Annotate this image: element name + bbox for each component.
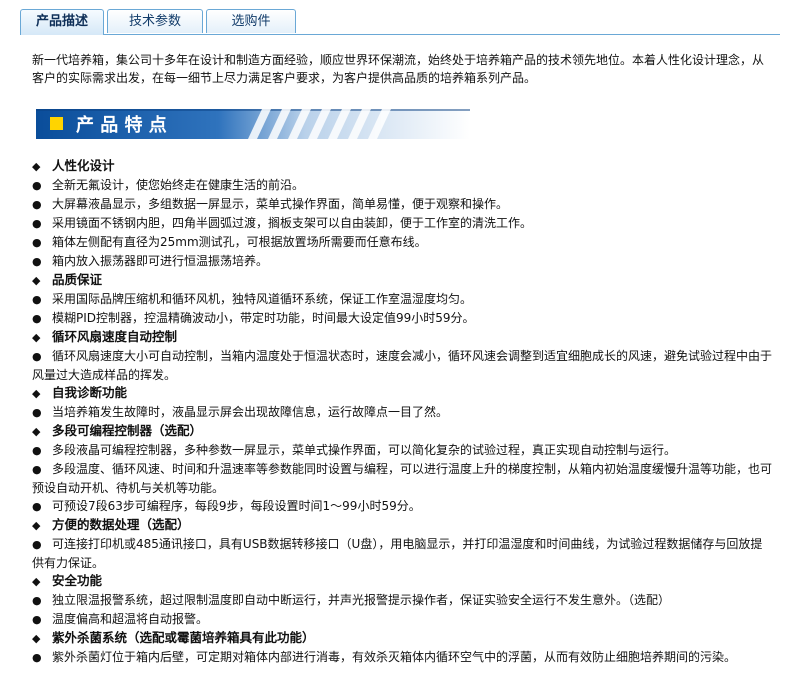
feature-item-text: 多段液晶可编程控制器，多种参数一屏显示，菜单式操作界面，可以简化复杂的试验过程，… — [52, 443, 677, 457]
circle-bullet-icon: ● — [32, 613, 42, 626]
circle-bullet-icon: ● — [32, 350, 42, 363]
feature-item: ● 大屏幕液晶显示，多组数据一屏显示，菜单式操作界面，简单易懂，便于观察和操作。 — [32, 195, 772, 214]
feature-item-text: 模糊PID控制器，控温精确波动小，带定时功能，时间最大设定值99小时59分。 — [52, 311, 475, 325]
feature-heading-text: 安全功能 — [52, 573, 103, 588]
circle-bullet-icon: ● — [32, 293, 42, 306]
feature-item: ● 可预设7段63步可编程序，每段9步，每段设置时间1～99小时59分。 — [32, 497, 772, 516]
circle-bullet-icon: ● — [32, 255, 42, 268]
feature-item: ● 采用镜面不锈钢内胆，四角半圆弧过渡，搁板支架可以自由装卸，便于工作室的清洗工作… — [32, 214, 772, 233]
diamond-bullet-icon: ◆ — [32, 274, 41, 287]
feature-item: ● 紫外杀菌灯位于箱内后壁，可定期对箱体内部进行消毒，有效杀灭箱体内循环空气中的浮… — [32, 648, 772, 667]
tab-product-description[interactable]: 产品描述 — [20, 9, 104, 35]
feature-heading: ◆ 循环风扇速度自动控制 — [32, 328, 772, 347]
circle-bullet-icon: ● — [32, 500, 42, 513]
feature-item: ● 全新无氟设计，使您始终走在健康生活的前沿。 — [32, 176, 772, 195]
circle-bullet-icon: ● — [32, 406, 42, 419]
features-banner: 产 品 特 点 — [36, 109, 470, 139]
diamond-bullet-icon: ◆ — [32, 519, 41, 532]
feature-item-text: 温度偏高和超温将自动报警。 — [52, 612, 209, 626]
feature-heading: ◆ 紫外杀菌系统（选配或霉菌培养箱具有此功能） — [32, 629, 772, 648]
feature-heading-text: 品质保证 — [52, 272, 103, 287]
feature-item-text: 循环风扇速度大小可自动控制，当箱内温度处于恒温状态时，速度会减小，循环风速会调整… — [32, 349, 773, 382]
diamond-bullet-icon: ◆ — [32, 632, 41, 645]
feature-item-text: 可预设7段63步可编程序，每段9步，每段设置时间1～99小时59分。 — [52, 499, 421, 513]
intro-paragraph: 新一代培养箱，集公司十多年在设计和制造方面经验，顺应世界环保潮流，始终处于培养箱… — [32, 53, 765, 85]
feature-item-text: 采用国际品牌压缩机和循环风机，独特风道循环系统，保证工作室温湿度均匀。 — [52, 292, 473, 306]
feature-item-text: 箱体左侧配有直径为25mm测试孔，可根据放置场所需要而任意布线。 — [52, 235, 427, 249]
feature-item-text: 大屏幕液晶显示，多组数据一屏显示，菜单式操作界面，简单易懂，便于观察和操作。 — [52, 197, 509, 211]
features-list: ◆ 人性化设计 ● 全新无氟设计，使您始终走在健康生活的前沿。 ● 大屏幕液晶显示，多组数… — [32, 157, 772, 667]
circle-bullet-icon: ● — [32, 463, 42, 476]
feature-item-text: 多段温度、循环风速、时间和升温速率等参数能同时设置与编程，可以进行温度上升的梯度… — [32, 462, 773, 495]
circle-bullet-icon: ● — [32, 198, 42, 211]
feature-item: ● 箱内放入振荡器即可进行恒温振荡培养。 — [32, 252, 772, 271]
feature-item: ● 可连接打印机或485通讯接口，具有USB数据转移接口（U盘），用电脑显示，并打… — [32, 535, 772, 572]
feature-heading-text: 人性化设计 — [52, 158, 115, 173]
feature-heading: ◆ 人性化设计 — [32, 157, 772, 176]
circle-bullet-icon: ● — [32, 594, 42, 607]
banner-square-icon — [50, 117, 63, 130]
tab-technical-parameters[interactable]: 技术参数 — [107, 9, 203, 33]
banner-title: 产 品 特 点 — [76, 114, 167, 136]
feature-heading-text: 方便的数据处理（选配） — [52, 517, 190, 532]
circle-bullet-icon: ● — [32, 312, 42, 325]
feature-heading: ◆ 多段可编程控制器（选配） — [32, 422, 772, 441]
feature-item: ● 温度偏高和超温将自动报警。 — [32, 610, 772, 629]
circle-bullet-icon: ● — [32, 179, 42, 192]
diamond-bullet-icon: ◆ — [32, 331, 41, 344]
feature-item: ● 独立限温报警系统，超过限制温度即自动中断运行，并声光报警提示操作者，保证实验安… — [32, 591, 772, 610]
feature-item-text: 紫外杀菌灯位于箱内后壁，可定期对箱体内部进行消毒，有效杀灭箱体内循环空气中的浮菌… — [52, 650, 737, 664]
tab-optional-parts[interactable]: 选购件 — [206, 9, 296, 33]
feature-heading-text: 多段可编程控制器（选配） — [52, 423, 203, 438]
circle-bullet-icon: ● — [32, 217, 42, 230]
feature-heading-text: 自我诊断功能 — [52, 385, 128, 400]
diamond-bullet-icon: ◆ — [32, 575, 41, 588]
feature-heading: ◆ 安全功能 — [32, 572, 772, 591]
circle-bullet-icon: ● — [32, 651, 42, 664]
circle-bullet-icon: ● — [32, 236, 42, 249]
feature-item: ● 多段温度、循环风速、时间和升温速率等参数能同时设置与编程，可以进行温度上升的梯… — [32, 460, 772, 497]
feature-item: ● 当培养箱发生故障时，液晶显示屏会出现故障信息，运行故障点一目了然。 — [32, 403, 772, 422]
feature-item-text: 箱内放入振荡器即可进行恒温振荡培养。 — [52, 254, 269, 268]
feature-item-text: 当培养箱发生故障时，液晶显示屏会出现故障信息，运行故障点一目了然。 — [52, 405, 449, 419]
circle-bullet-icon: ● — [32, 538, 42, 551]
feature-heading: ◆ 品质保证 — [32, 271, 772, 290]
feature-item: ● 多段液晶可编程控制器，多种参数一屏显示，菜单式操作界面，可以简化复杂的试验过程… — [32, 441, 772, 460]
tab-underline — [20, 34, 780, 35]
feature-heading-text: 紫外杀菌系统（选配或霉菌培养箱具有此功能） — [52, 630, 315, 645]
diamond-bullet-icon: ◆ — [32, 425, 41, 438]
diamond-bullet-icon: ◆ — [32, 160, 41, 173]
feature-heading: ◆ 自我诊断功能 — [32, 384, 772, 403]
feature-item-text: 采用镜面不锈钢内胆，四角半圆弧过渡，搁板支架可以自由装卸，便于工作室的清洗工作。 — [52, 216, 533, 230]
diamond-bullet-icon: ◆ — [32, 387, 41, 400]
feature-item-text: 全新无氟设计，使您始终走在健康生活的前沿。 — [52, 178, 305, 192]
feature-item: ● 箱体左侧配有直径为25mm测试孔，可根据放置场所需要而任意布线。 — [32, 233, 772, 252]
feature-item: ● 采用国际品牌压缩机和循环风机，独特风道循环系统，保证工作室温湿度均匀。 — [32, 290, 772, 309]
feature-item: ● 模糊PID控制器，控温精确波动小，带定时功能，时间最大设定值99小时59分。 — [32, 309, 772, 328]
tab-bar: 产品描述 技术参数 选购件 — [20, 9, 780, 35]
feature-item-text: 独立限温报警系统，超过限制温度即自动中断运行，并声光报警提示操作者，保证实验安全… — [52, 593, 671, 607]
circle-bullet-icon: ● — [32, 444, 42, 457]
feature-item: ● 循环风扇速度大小可自动控制，当箱内温度处于恒温状态时，速度会减小，循环风速会调… — [32, 347, 772, 384]
feature-item-text: 可连接打印机或485通讯接口，具有USB数据转移接口（U盘），用电脑显示，并打印… — [32, 537, 763, 570]
feature-heading: ◆ 方便的数据处理（选配） — [32, 516, 772, 535]
feature-heading-text: 循环风扇速度自动控制 — [52, 329, 178, 344]
